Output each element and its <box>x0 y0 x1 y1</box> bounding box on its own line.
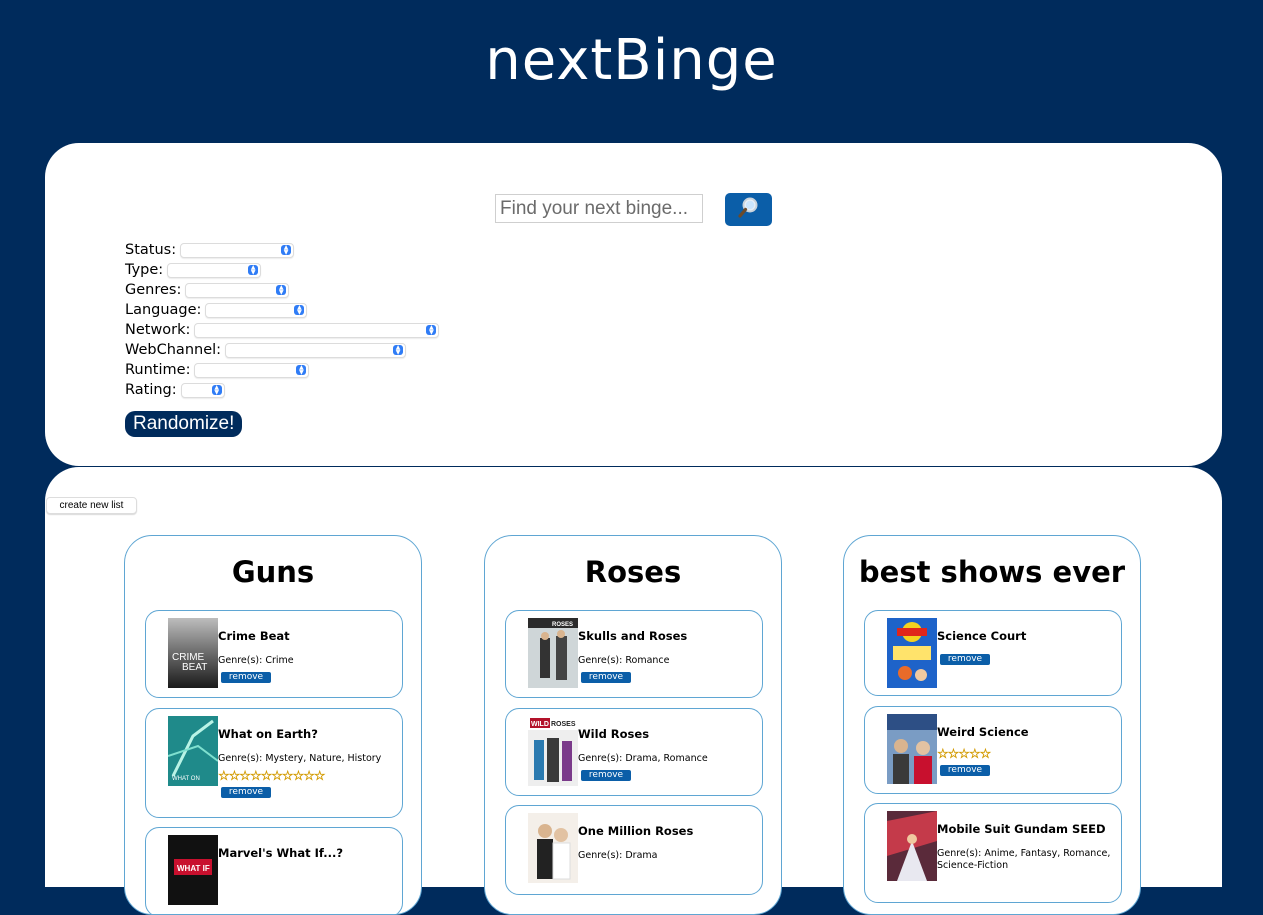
show-info: Science Court remove <box>937 629 1117 665</box>
show-poster[interactable]: WHAT ON <box>168 716 218 786</box>
show-card: Weird Science ☆☆☆☆☆ remove <box>864 706 1122 794</box>
show-info: One Million Roses Genre(s): Drama <box>578 824 758 862</box>
filter-label: Status: <box>125 242 177 258</box>
show-poster[interactable] <box>528 813 578 883</box>
randomize-button[interactable]: Randomize! <box>125 411 243 437</box>
show-poster[interactable] <box>887 618 937 688</box>
show-card: CRIME BEAT Crime Beat Genre(s): Crime re… <box>145 610 403 698</box>
svg-text:BEAT: BEAT <box>182 662 207 673</box>
language-select[interactable]: ▲ ▼ <box>205 302 308 318</box>
search-panel: Status: ▲▼ Type: ▲▼ Genres: ▲▼ Language:… <box>45 143 1222 466</box>
svg-text:WHAT IF: WHAT IF <box>177 864 210 873</box>
svg-text:WHAT ON: WHAT ON <box>172 776 200 782</box>
show-card: Science Court remove <box>864 610 1122 696</box>
remove-button[interactable]: remove <box>581 672 631 683</box>
show-name[interactable]: Mobile Suit Gundam SEED <box>937 822 1117 836</box>
show-info: Wild Roses Genre(s): Drama, Romance remo… <box>578 727 758 781</box>
filter-form: Status: ▲ ▼ Type: ▲ ▼ Genres: ▲ ▼ Language:… <box>125 240 440 400</box>
list-title: Roses <box>584 555 682 589</box>
show-poster[interactable] <box>887 714 937 784</box>
search-button[interactable] <box>725 193 772 226</box>
lists-panel: create new list Guns CRIME BEAT Crime Be… <box>45 467 1222 915</box>
magnifier-icon <box>737 196 761 223</box>
filter-label: Type: <box>125 262 164 278</box>
show-name[interactable]: Wild Roses <box>578 727 758 741</box>
filter-runtime: Runtime: ▲ ▼ <box>125 360 439 380</box>
show-name[interactable]: Weird Science <box>937 725 1117 739</box>
svg-text:ROSES: ROSES <box>551 721 576 728</box>
list-card-best-shows-ever: best shows ever Science Court remove Wei… <box>843 535 1141 915</box>
show-name[interactable]: Science Court <box>937 629 1117 643</box>
show-info: Marvel's What If...? <box>218 846 398 860</box>
show-card: WHAT ON What on Earth? Genre(s): Mystery… <box>145 708 403 818</box>
remove-button[interactable]: remove <box>221 787 271 798</box>
show-poster[interactable]: CRIME BEAT <box>168 618 218 688</box>
show-info: Mobile Suit Gundam SEED Genre(s): Anime,… <box>937 822 1117 872</box>
filter-label: WebChannel: <box>125 342 222 358</box>
list-title: best shows ever <box>858 555 1126 589</box>
list-title: Guns <box>231 555 315 589</box>
filter-label: Network: <box>125 322 191 338</box>
site-title: nextBinge <box>485 28 778 93</box>
type-select[interactable]: ▲ ▼ <box>167 262 262 278</box>
show-genres: Genre(s): Romance <box>578 655 670 666</box>
show-genres: Genre(s): Mystery, Nature, History <box>218 753 382 764</box>
svg-text:ROSES: ROSES <box>552 622 573 628</box>
filter-label: Runtime: <box>125 362 191 378</box>
show-card: One Million Roses Genre(s): Drama <box>505 805 763 895</box>
show-card: WHAT IF Marvel's What If...? <box>145 827 403 914</box>
show-card: WILD ROSES Wild Roses Genre(s): Drama, R… <box>505 708 763 796</box>
runtime-select[interactable]: ▲ ▼ <box>194 362 310 378</box>
svg-text:WILD: WILD <box>531 721 549 728</box>
show-poster[interactable]: ROSES <box>528 618 578 688</box>
show-name[interactable]: What on Earth? <box>218 727 398 741</box>
status-select[interactable]: ▲ ▼ <box>180 242 295 258</box>
star-rating[interactable]: ☆☆☆☆☆ <box>937 747 1117 763</box>
filter-webchannel: WebChannel: ▲ ▼ <box>125 340 439 360</box>
show-name[interactable]: Marvel's What If...? <box>218 846 398 860</box>
search-input[interactable] <box>495 194 703 223</box>
rating-select[interactable]: ▲ ▼ <box>180 382 225 398</box>
remove-button[interactable]: remove <box>581 770 631 781</box>
show-genres: Genre(s): Drama <box>578 850 658 861</box>
star-rating[interactable]: ☆☆☆☆☆☆☆☆☆☆ <box>218 769 398 785</box>
show-info: What on Earth? Genre(s): Mystery, Nature… <box>218 727 398 798</box>
show-name[interactable]: One Million Roses <box>578 824 758 838</box>
show-genres: Genre(s): Anime, Fantasy, Romance, Scien… <box>937 848 1111 871</box>
filter-label: Rating: <box>125 382 177 398</box>
show-genres: Genre(s): Crime <box>218 655 294 666</box>
create-list-button[interactable]: create new list <box>46 497 137 514</box>
show-info: Crime Beat Genre(s): Crime remove <box>218 629 398 683</box>
show-genres: Genre(s): Drama, Romance <box>578 753 708 764</box>
filter-label: Genres: <box>125 282 182 298</box>
show-card: Mobile Suit Gundam SEED Genre(s): Anime,… <box>864 803 1122 903</box>
show-poster[interactable] <box>887 811 937 881</box>
filter-rating: Rating: ▲ ▼ <box>125 380 439 400</box>
show-poster[interactable]: WHAT IF <box>168 835 218 905</box>
show-poster[interactable]: WILD ROSES <box>528 716 578 786</box>
show-card: ROSES Skulls and Roses Genre(s): Romance… <box>505 610 763 698</box>
filter-type: Type: ▲ ▼ <box>125 260 439 280</box>
filter-language: Language: ▲ ▼ <box>125 300 439 320</box>
show-info: Weird Science ☆☆☆☆☆ remove <box>937 725 1117 776</box>
filter-genres: Genres: ▲ ▼ <box>125 280 439 300</box>
filter-network: Network: ▲ ▼ <box>125 320 440 340</box>
show-name[interactable]: Skulls and Roses <box>578 629 758 643</box>
list-card-roses: Roses ROSES Skulls and Roses Genre(s): R… <box>484 535 782 915</box>
remove-button[interactable]: remove <box>221 672 271 683</box>
filter-label: Language: <box>125 302 202 318</box>
remove-button[interactable]: remove <box>940 765 990 776</box>
filter-status: Status: ▲ ▼ <box>125 240 439 260</box>
show-name[interactable]: Crime Beat <box>218 629 398 643</box>
show-info: Skulls and Roses Genre(s): Romance remov… <box>578 629 758 683</box>
remove-button[interactable]: remove <box>940 654 990 665</box>
webchannel-select[interactable]: ▲ ▼ <box>225 342 407 358</box>
list-card-guns: Guns CRIME BEAT Crime Beat Genre(s): Cri… <box>124 535 422 915</box>
network-select[interactable]: ▲ ▼ <box>194 322 440 338</box>
genres-select[interactable]: ▲ ▼ <box>185 282 290 298</box>
